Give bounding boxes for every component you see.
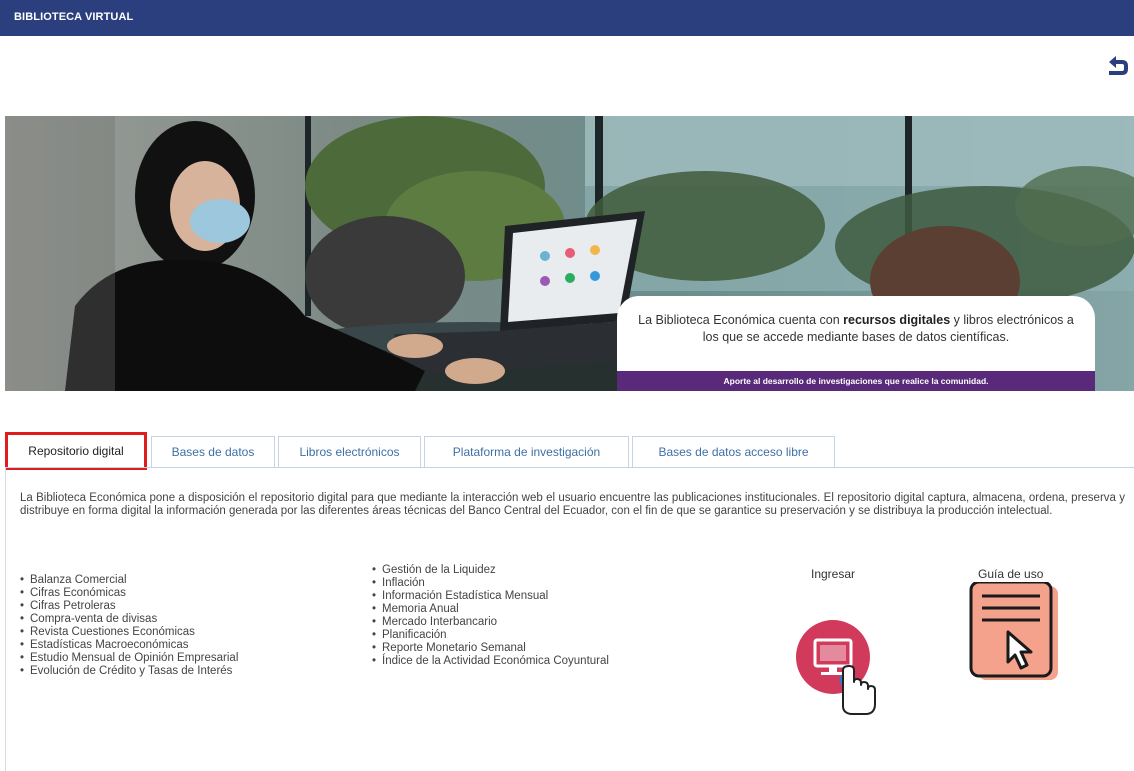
ingresar-label: Ingresar [811, 567, 856, 581]
list-item: Estudio Mensual de Opinión Empresarial [20, 652, 238, 665]
guia-de-uso-label: Guía de uso [978, 567, 1044, 581]
tab-bases-de-datos-acceso-libre[interactable]: Bases de datos acceso libre [632, 436, 835, 467]
banner-strip: Aporte al desarrollo de investigaciones … [617, 371, 1095, 391]
hero-banner: La Biblioteca Económica cuenta con recur… [5, 116, 1134, 391]
undo-arrow-icon [1109, 56, 1128, 75]
publications-list-left: Balanza Comercial Cifras Económicas Cifr… [20, 574, 238, 678]
page-title: BIBLIOTECA VIRTUAL [14, 11, 134, 23]
top-header-bar: BIBLIOTECA VIRTUAL [0, 0, 1134, 36]
list-item: Estadísticas Macroeconómicas [20, 639, 238, 652]
intro-paragraph: La Biblioteca Económica pone a disposici… [20, 492, 1125, 517]
banner-message-card: La Biblioteca Económica cuenta con recur… [617, 296, 1095, 391]
list-item: Reporte Monetario Semanal [372, 642, 609, 655]
computer-click-icon [796, 620, 876, 715]
tab-plataforma-de-investigacion[interactable]: Plataforma de investigación [424, 436, 629, 467]
list-item: Planificación [372, 629, 609, 642]
list-item: Revista Cuestiones Económicas [20, 626, 238, 639]
list-item: Memoria Anual [372, 603, 609, 616]
tab-bases-de-datos[interactable]: Bases de datos [151, 436, 275, 467]
list-item: Balanza Comercial [20, 574, 238, 587]
tab-bar: Repositorio digital Bases de datos Libro… [5, 432, 1134, 470]
ingresar-button[interactable] [785, 620, 885, 720]
list-item: Índice de la Actividad Económica Coyuntu… [372, 655, 609, 668]
back-button[interactable] [1105, 53, 1131, 79]
tab-libros-electronicos[interactable]: Libros electrónicos [278, 436, 421, 467]
guia-de-uso-button[interactable] [968, 580, 1063, 682]
list-item: Mercado Interbancario [372, 616, 609, 629]
tab-panel-repositorio: La Biblioteca Económica pone a disposici… [5, 468, 1133, 771]
list-item: Inflación [372, 577, 609, 590]
list-item: Evolución de Crédito y Tasas de Interés [20, 665, 238, 678]
list-item: Gestión de la Liquidez [372, 564, 609, 577]
tab-repositorio-digital[interactable]: Repositorio digital [5, 432, 147, 470]
document-cursor-icon [969, 580, 1058, 680]
list-item: Compra-venta de divisas [20, 613, 238, 626]
publications-list-right: Gestión de la Liquidez Inflación Informa… [372, 564, 609, 668]
banner-message: La Biblioteca Económica cuenta con recur… [638, 313, 1074, 344]
list-item: Información Estadística Mensual [372, 590, 609, 603]
list-item: Cifras Petroleras [20, 600, 238, 613]
list-item: Cifras Económicas [20, 587, 238, 600]
